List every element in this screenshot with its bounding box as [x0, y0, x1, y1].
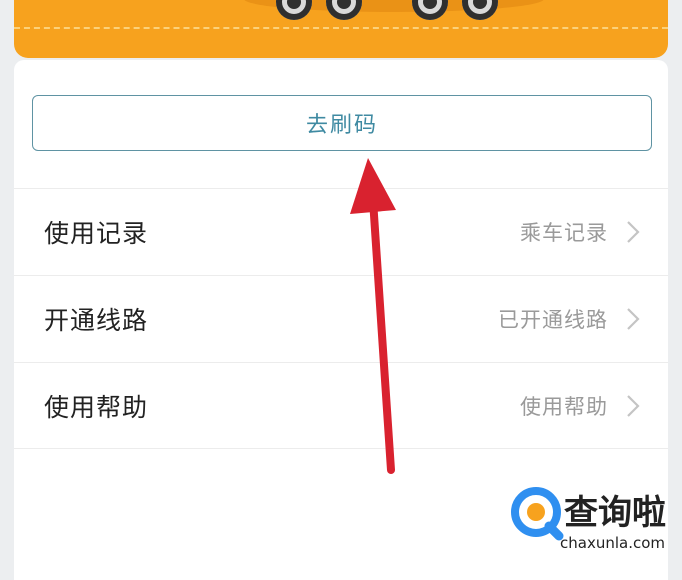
menu-item-title: 使用帮助	[44, 393, 149, 422]
search-logo-icon	[511, 487, 564, 541]
bus-wheel-icon	[462, 0, 498, 20]
chevron-right-icon	[627, 395, 640, 417]
road-dash-line	[14, 27, 668, 29]
menu-item-help[interactable]: 使用帮助 使用帮助	[14, 362, 668, 449]
menu-item-subtitle: 乘车记录	[520, 221, 608, 245]
watermark-site: chaxunla.com	[560, 534, 665, 552]
menu-item-usage-records[interactable]: 使用记录 乘车记录	[14, 188, 668, 275]
watermark-brand: 查询啦	[564, 493, 666, 533]
bus-wheel-icon	[412, 0, 448, 20]
chevron-right-icon	[627, 308, 640, 330]
bus-wheel-icon	[276, 0, 312, 20]
bus-banner	[14, 0, 668, 58]
watermark-logo: 查询啦 chaxunla.com	[511, 487, 666, 552]
menu-item-title: 使用记录	[44, 219, 149, 248]
divider	[14, 448, 668, 449]
menu-item-subtitle: 使用帮助	[520, 395, 608, 419]
bus-wheel-icon	[326, 0, 362, 20]
chevron-right-icon	[627, 221, 640, 243]
menu-item-title: 开通线路	[44, 306, 149, 335]
swipe-code-button[interactable]: 去刷码	[32, 95, 652, 151]
menu-item-open-routes[interactable]: 开通线路 已开通线路	[14, 275, 668, 362]
menu-item-subtitle: 已开通线路	[498, 308, 608, 332]
